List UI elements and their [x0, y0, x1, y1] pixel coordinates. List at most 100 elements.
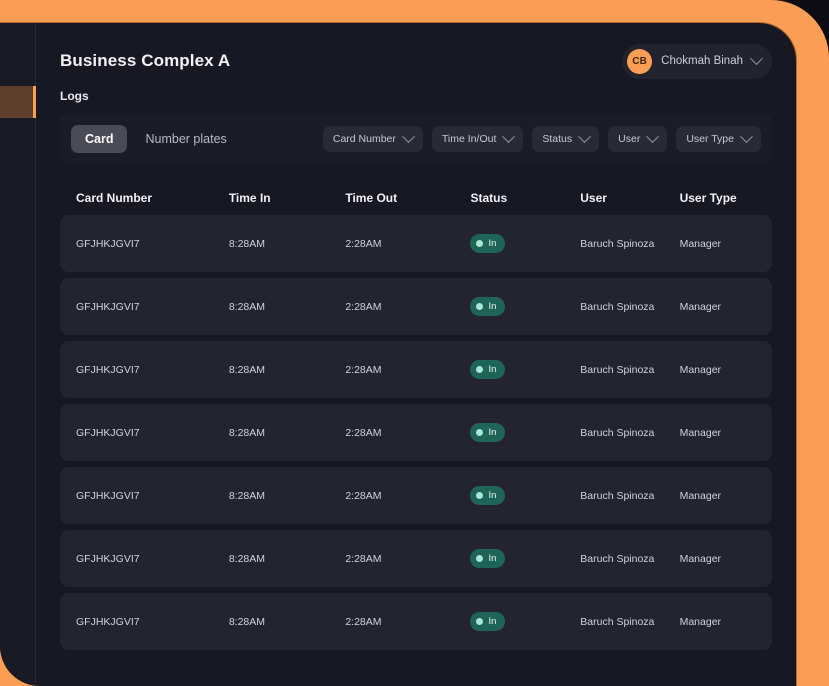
status-dot-icon [476, 303, 484, 310]
logs-toolbar: Card Number plates Card Number Time In/Out… [60, 113, 772, 165]
status-dot-icon [476, 366, 484, 373]
table-row[interactable]: GFJHKJGVI7 8:28AM 2:28AM In Baruch Spinoza Ma… [60, 341, 772, 398]
status-dot-icon [476, 429, 484, 436]
filter-group: Card Number Time In/Out Status User User Typ… [322, 126, 761, 152]
status-dot-icon [476, 618, 484, 625]
cell-user-type: Manager [679, 300, 722, 313]
status-badge: In [470, 360, 506, 379]
filter-status[interactable]: Status [532, 126, 600, 152]
table-row[interactable]: GFJHKJGVI7 8:28AM 2:28AM In Baruch Spinoza Ma… [60, 404, 772, 461]
page-title: Business Complex A [60, 51, 231, 70]
table-header-row: Card Number Time In Time Out Status User User… [60, 181, 772, 215]
status-label: In [488, 364, 497, 375]
table-row[interactable]: GFJHKJGVI7 8:28AM 2:28AM In Baruch Spinoza Ma… [60, 593, 772, 650]
table-row[interactable]: GFJHKJGVI7 8:28AM 2:28AM In Baruch Spinoza Ma… [60, 215, 772, 272]
chevron-down-icon [646, 129, 660, 143]
filter-user[interactable]: User [608, 126, 668, 152]
cell-user-type: Manager [679, 237, 722, 250]
cell-user-type: Manager [679, 489, 722, 502]
status-cell: In [470, 297, 580, 316]
cell-time-out: 2:28AM [345, 237, 382, 250]
cell-time-in: 8:28AM [228, 552, 265, 565]
filter-label: Card Number [332, 133, 396, 145]
filter-label: User [618, 133, 641, 145]
column-header-user: User [580, 191, 607, 205]
filter-time-in-out[interactable]: Time In/Out [431, 126, 524, 152]
cell-user: Baruch Spinoza [580, 426, 655, 439]
cell-time-in: 8:28AM [228, 426, 265, 439]
cell-user-type: Manager [679, 426, 722, 439]
status-cell: In [470, 549, 580, 568]
sidebar-item-active[interactable] [0, 86, 36, 118]
status-dot-icon [476, 492, 484, 499]
column-header-user-type: User Type [679, 191, 737, 205]
chevron-down-icon [402, 129, 415, 143]
status-badge: In [470, 234, 506, 253]
cell-card-number: GFJHKJGVI7 [76, 489, 140, 502]
user-name-label: Chokmah Binah [661, 55, 743, 67]
cell-user: Baruch Spinoza [580, 552, 655, 565]
column-header-time-out: Time Out [345, 191, 398, 205]
status-cell: In [470, 423, 580, 442]
table-row[interactable]: GFJHKJGVI7 8:28AM 2:28AM In Baruch Spinoza Ma… [60, 467, 772, 524]
filter-label: Status [542, 133, 573, 145]
status-cell: In [470, 234, 580, 253]
logs-table: Card Number Time In Time Out Status User User… [60, 181, 772, 650]
chevron-down-icon [740, 129, 753, 143]
app-window: Business Complex A CB Chokmah Binah Logs… [0, 22, 797, 686]
table-body: GFJHKJGVI7 8:28AM 2:28AM In Baruch Spinoza Ma… [60, 215, 772, 650]
cell-time-in: 8:28AM [228, 363, 265, 376]
cell-time-in: 8:28AM [228, 237, 265, 250]
status-badge: In [470, 612, 506, 631]
filter-label: Time In/Out [441, 133, 497, 145]
cell-card-number: GFJHKJGVI7 [76, 615, 140, 628]
cell-user: Baruch Spinoza [580, 489, 655, 502]
table-row[interactable]: GFJHKJGVI7 8:28AM 2:28AM In Baruch Spinoza Ma… [60, 530, 772, 587]
cell-user-type: Manager [679, 363, 722, 376]
page-header: Business Complex A CB Chokmah Binah [60, 23, 772, 85]
filter-label: User Type [686, 133, 734, 145]
tab-card[interactable]: Card [71, 125, 128, 153]
chevron-down-icon [502, 129, 516, 143]
tab-group: Card Number plates [71, 125, 241, 153]
status-label: In [488, 553, 497, 564]
status-label: In [488, 616, 497, 627]
cell-time-in: 8:28AM [228, 489, 265, 502]
cell-card-number: GFJHKJGVI7 [76, 300, 140, 313]
status-badge: In [470, 423, 506, 442]
orange-app-frame: Business Complex A CB Chokmah Binah Logs… [0, 0, 829, 686]
cell-time-out: 2:28AM [345, 300, 382, 313]
status-badge: In [470, 486, 506, 505]
tab-number-plates[interactable]: Number plates [131, 125, 240, 153]
column-header-time-in: Time In [228, 191, 271, 205]
status-cell: In [470, 486, 580, 505]
column-header-card-number: Card Number [76, 191, 153, 205]
chevron-down-icon [578, 129, 592, 143]
cell-time-in: 8:28AM [228, 300, 265, 313]
main-content: Business Complex A CB Chokmah Binah Logs… [36, 23, 796, 686]
status-label: In [488, 490, 497, 501]
avatar: CB [627, 48, 653, 74]
section-label: Logs [60, 89, 89, 103]
status-label: In [488, 301, 497, 312]
cell-time-out: 2:28AM [345, 552, 382, 565]
table-row[interactable]: GFJHKJGVI7 8:28AM 2:28AM In Baruch Spinoza Ma… [60, 278, 772, 335]
filter-card-number[interactable]: Card Number [322, 126, 423, 152]
cell-time-out: 2:28AM [345, 489, 382, 502]
cell-card-number: GFJHKJGVI7 [76, 426, 140, 439]
status-cell: In [470, 612, 580, 631]
cell-user: Baruch Spinoza [580, 363, 655, 376]
cell-user: Baruch Spinoza [580, 300, 655, 313]
user-menu[interactable]: CB Chokmah Binah [622, 43, 772, 79]
chevron-down-icon [750, 51, 763, 65]
cell-time-out: 2:28AM [345, 615, 382, 628]
cell-time-out: 2:28AM [345, 363, 382, 376]
status-label: In [488, 238, 497, 249]
filter-user-type[interactable]: User Type [676, 126, 761, 152]
status-dot-icon [476, 240, 484, 247]
cell-user-type: Manager [679, 615, 722, 628]
column-header-status: Status [470, 191, 508, 205]
cell-card-number: GFJHKJGVI7 [76, 237, 140, 250]
status-badge: In [470, 549, 506, 568]
cell-time-in: 8:28AM [228, 615, 265, 628]
